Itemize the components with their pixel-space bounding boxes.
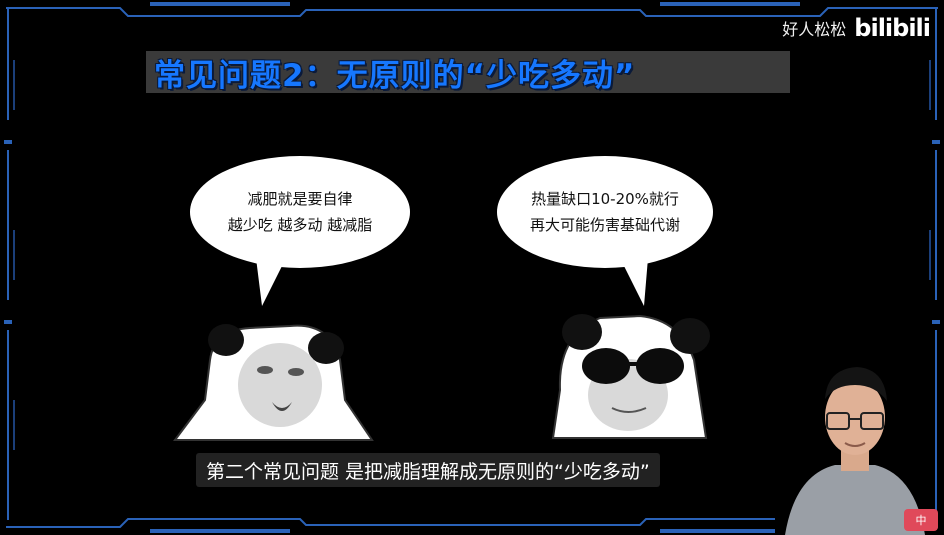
left-bubble-text: 减肥就是要自律 越少吃 越多动 越减脂 xyxy=(200,186,400,238)
left-bubble-line-1: 减肥就是要自律 xyxy=(247,190,353,208)
subtitle-caption: 第二个常见问题 是把减脂理解成无原则的“少吃多动” xyxy=(196,453,660,487)
corner-badge[interactable]: 中 xyxy=(904,509,938,531)
right-bubble-line-2: 再大可能伤害基础代谢 xyxy=(529,216,680,234)
panda-meme-right-illustration xyxy=(551,314,710,439)
presenter-webcam xyxy=(775,355,935,535)
panda-meme-left-illustration xyxy=(173,324,374,441)
right-bubble-line-1: 热量缺口10-20%就行 xyxy=(531,190,679,208)
left-bubble-line-2: 越少吃 越多动 越减脂 xyxy=(227,216,373,234)
right-bubble-text: 热量缺口10-20%就行 再大可能伤害基础代谢 xyxy=(500,186,710,238)
